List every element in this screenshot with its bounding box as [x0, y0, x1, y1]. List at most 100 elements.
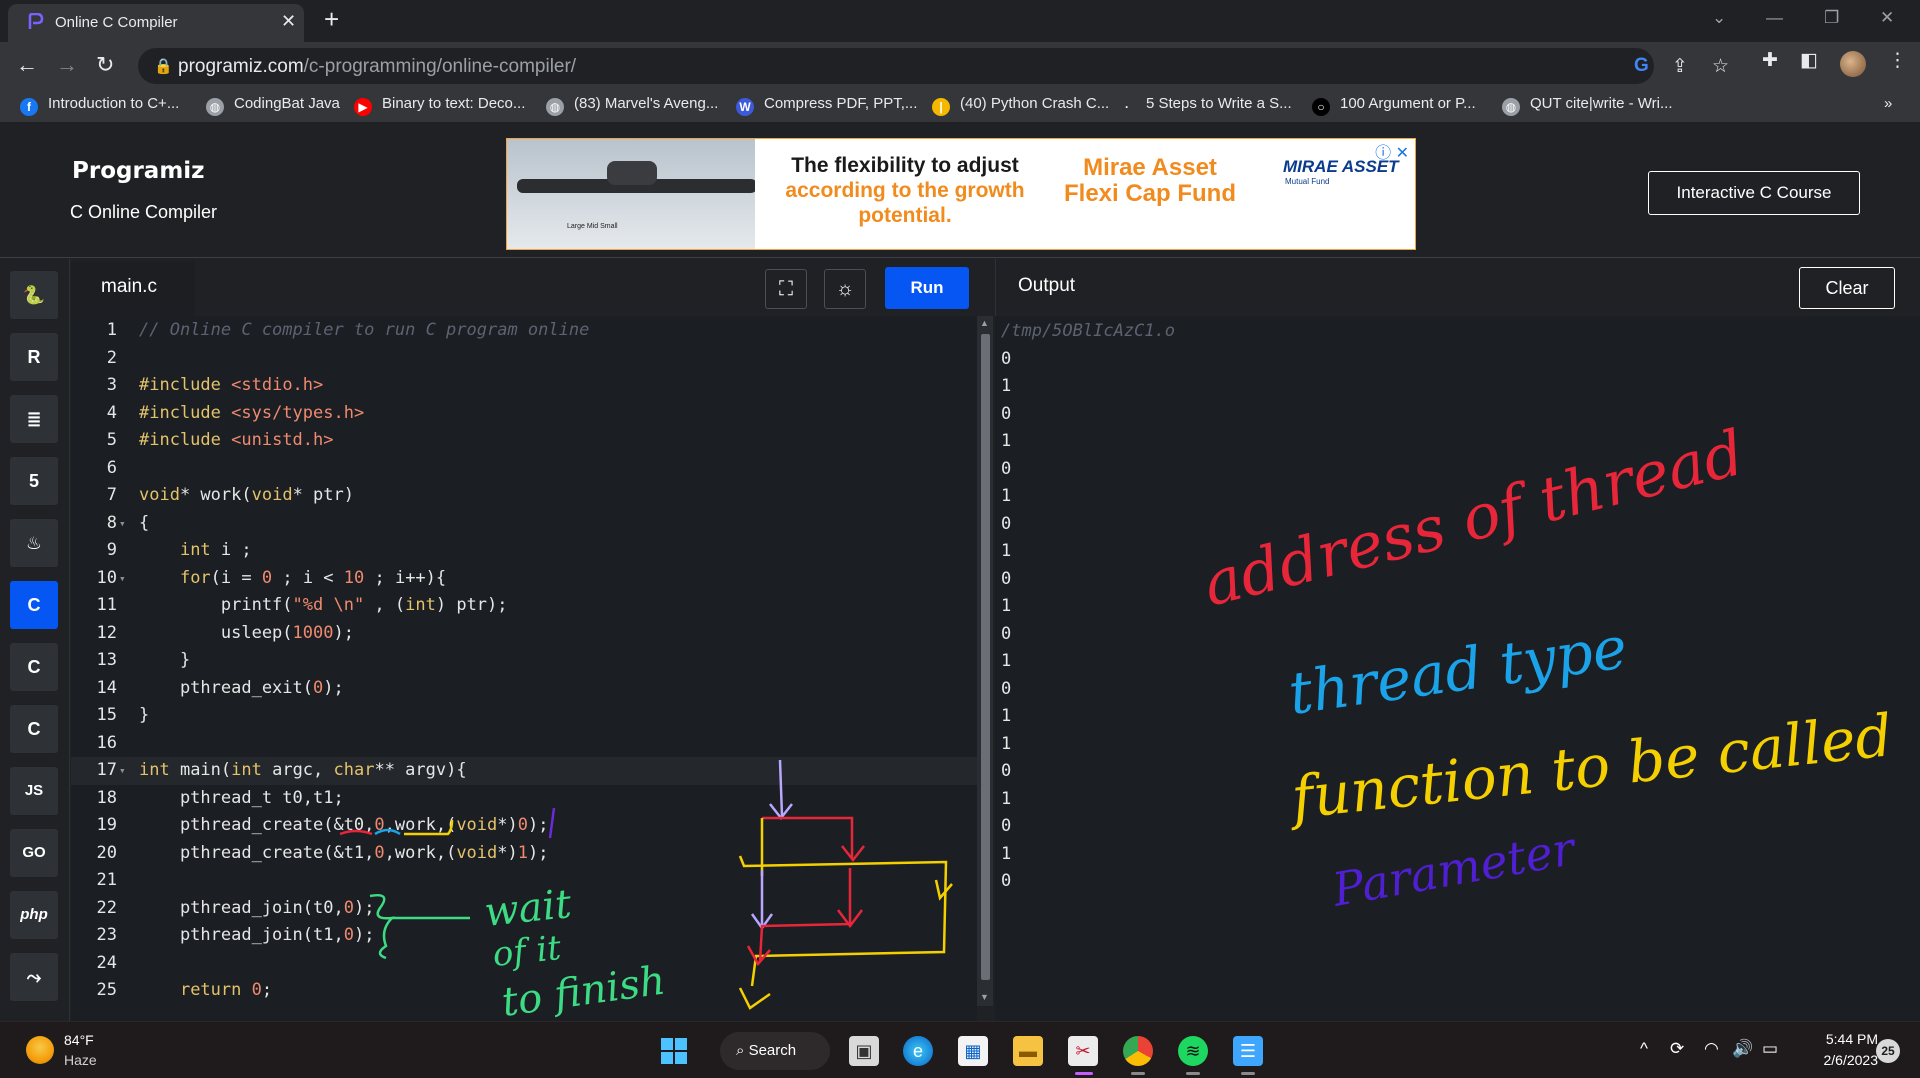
store-icon[interactable]: ▦	[958, 1036, 988, 1066]
code-line[interactable]: 3 #include <stdio.h>	[71, 372, 977, 400]
weather-temperature[interactable]: 84°F	[64, 1032, 94, 1048]
code-line[interactable]: 13 }	[71, 647, 977, 675]
edge-icon[interactable]: e	[903, 1036, 933, 1066]
minimize-icon[interactable]: —	[1766, 8, 1783, 28]
ad-banner[interactable]: Large Mid Small The flexibility to adjus…	[506, 138, 1416, 250]
battery-icon[interactable]: ▭	[1762, 1039, 1778, 1059]
file-tab-main[interactable]: main.c	[71, 259, 195, 316]
tray-chevron-icon[interactable]: ^	[1640, 1039, 1648, 1059]
code-line[interactable]: 5 #include <unistd.h>	[71, 427, 977, 455]
language-go-icon[interactable]: GO	[10, 829, 58, 877]
language-c-icon[interactable]: C	[10, 581, 58, 629]
tab-search-icon[interactable]: ⌄	[1712, 8, 1726, 28]
editor-scrollbar[interactable]: ▲ ▼	[977, 316, 993, 1006]
clear-button[interactable]: Clear	[1799, 267, 1895, 309]
forward-icon[interactable]: →	[56, 52, 78, 78]
weather-icon[interactable]	[26, 1036, 54, 1064]
side-panel-icon[interactable]: ◧	[1800, 49, 1818, 72]
back-icon[interactable]: ←	[16, 52, 38, 78]
language-js-icon[interactable]: JS	[10, 767, 58, 815]
bookmark-item[interactable]: f Introduction to C+...	[20, 95, 179, 116]
run-button[interactable]: Run	[885, 267, 969, 309]
language-r-icon[interactable]: R	[10, 333, 58, 381]
bookmark-item[interactable]: W Compress PDF, PPT,...	[736, 95, 917, 116]
sync-icon[interactable]: ⟳	[1670, 1039, 1684, 1059]
restore-icon[interactable]: ❐	[1824, 8, 1839, 28]
reload-icon[interactable]: ↻	[96, 52, 114, 78]
bookmark-item[interactable]: ○ 100 Argument or P...	[1312, 95, 1476, 116]
fullscreen-icon[interactable]: ⛶	[765, 269, 807, 309]
browser-tab[interactable]: Online C Compiler ✕	[8, 4, 304, 42]
bookmark-item[interactable]: | (40) Python Crash C...	[932, 95, 1109, 116]
code-line[interactable]: 2	[71, 345, 977, 373]
language-java-icon[interactable]: ♨	[10, 519, 58, 567]
code-line[interactable]: 6	[71, 455, 977, 483]
address-bar[interactable]: 🔒 programiz.com/c-programming/online-com…	[138, 48, 1729, 84]
fold-arrow-icon[interactable]: ▾	[119, 757, 126, 785]
close-window-icon[interactable]: ✕	[1880, 8, 1894, 28]
bookmark-item[interactable]: · 5 Steps to Write a S...	[1118, 95, 1292, 116]
taskbar-search[interactable]: ⌕ Search	[720, 1032, 830, 1070]
code-line[interactable]: 14 pthread_exit(0);	[71, 675, 977, 703]
menu-kebab-icon[interactable]: ⋮	[1888, 49, 1907, 72]
code-line[interactable]: 17 ▾ int main(int argc, char** argv){	[71, 757, 977, 785]
clock-date[interactable]: 2/6/2023	[1792, 1052, 1879, 1068]
code-line[interactable]: 7 void* work(void* ptr)	[71, 482, 977, 510]
code-line[interactable]: 15}	[71, 702, 977, 730]
snipping-tool-icon[interactable]: ✂	[1068, 1036, 1098, 1066]
code-line[interactable]: 20 pthread_create(&t1,0,work,(void*)1);	[71, 840, 977, 868]
code-line[interactable]: 1 // Online C compiler to run C program o…	[71, 317, 977, 345]
bookmark-item[interactable]: ◍ CodingBat Java	[206, 95, 340, 116]
fold-arrow-icon[interactable]: ▾	[119, 510, 126, 538]
bookmark-star-icon[interactable]: ☆	[1712, 55, 1729, 78]
code-line[interactable]: 12 usleep(1000);	[71, 620, 977, 648]
code-line[interactable]: 11 printf("%d \n" , (int) ptr);	[71, 592, 977, 620]
interactive-course-button[interactable]: Interactive C Course	[1648, 171, 1860, 215]
code-line[interactable]: 19 pthread_create(&t0,0,work,(void*)0);	[71, 812, 977, 840]
code-line[interactable]: 4 #include <sys/types.h>	[71, 400, 977, 428]
spotify-icon[interactable]: ≋	[1178, 1036, 1208, 1066]
language-cpp-icon[interactable]: C	[10, 643, 58, 691]
share-icon[interactable]: ⇪	[1672, 55, 1688, 78]
code-line[interactable]: 21	[71, 867, 977, 895]
code-line[interactable]: 22 pthread_join(t0,0);	[71, 895, 977, 923]
windows-start-icon[interactable]	[659, 1036, 689, 1066]
file-explorer-icon[interactable]: ▬	[1013, 1036, 1043, 1066]
code-line[interactable]: 9 int i ;	[71, 537, 977, 565]
code-line[interactable]: 8 ▾ {	[71, 510, 977, 538]
code-line[interactable]: 18 pthread_t t0,t1;	[71, 785, 977, 813]
language-csharp-icon[interactable]: C	[10, 705, 58, 753]
google-icon[interactable]: G	[1634, 55, 1649, 77]
code-editor[interactable]: 1 // Online C compiler to run C program o…	[71, 316, 977, 1021]
code-line[interactable]: 25 return 0;	[71, 977, 977, 1005]
bookmark-item[interactable]: ▶ Binary to text: Deco...	[354, 95, 525, 116]
language-sql-icon[interactable]: ≣	[10, 395, 58, 443]
fold-arrow-icon[interactable]: ▾	[119, 565, 126, 593]
ad-close-icon[interactable]: ⓘ ✕	[1375, 139, 1409, 163]
bookmark-item[interactable]: ◍ QUT cite|write - Wri...	[1502, 95, 1673, 116]
bookmark-item[interactable]: ◍ (83) Marvel's Aveng...	[546, 95, 718, 116]
language-html-icon[interactable]: 5	[10, 457, 58, 505]
profile-avatar[interactable]	[1840, 51, 1866, 77]
code-line[interactable]: 23 pthread_join(t1,0);	[71, 922, 977, 950]
volume-icon[interactable]: 🔊	[1732, 1039, 1753, 1059]
code-line[interactable]: 10 ▾ for(i = 0 ; i < 10 ; i++){	[71, 565, 977, 593]
chrome-icon[interactable]	[1123, 1036, 1153, 1066]
weather-condition[interactable]: Haze	[64, 1052, 97, 1068]
theme-toggle-icon[interactable]: ☼	[824, 269, 866, 309]
language-swift-icon[interactable]: ⤳	[10, 953, 58, 1001]
code-line[interactable]: 16	[71, 730, 977, 758]
notification-badge[interactable]: 25	[1876, 1039, 1900, 1063]
code-line[interactable]: 24	[71, 950, 977, 978]
language-python-icon[interactable]: 🐍	[10, 271, 58, 319]
new-tab-button[interactable]: +	[324, 6, 339, 32]
programiz-logo[interactable]: Programiz	[72, 158, 205, 184]
task-view-icon[interactable]: ▣	[849, 1036, 879, 1066]
language-php-icon[interactable]: php	[10, 891, 58, 939]
notepad-icon[interactable]: ☰	[1233, 1036, 1263, 1066]
bookmarks-overflow-icon[interactable]: »	[1884, 95, 1892, 112]
extensions-icon[interactable]: ✚	[1762, 49, 1778, 72]
wifi-icon[interactable]: ◠	[1704, 1039, 1719, 1059]
clock-time[interactable]: 5:44 PM	[1808, 1031, 1878, 1047]
tab-close-icon[interactable]: ✕	[281, 11, 296, 32]
